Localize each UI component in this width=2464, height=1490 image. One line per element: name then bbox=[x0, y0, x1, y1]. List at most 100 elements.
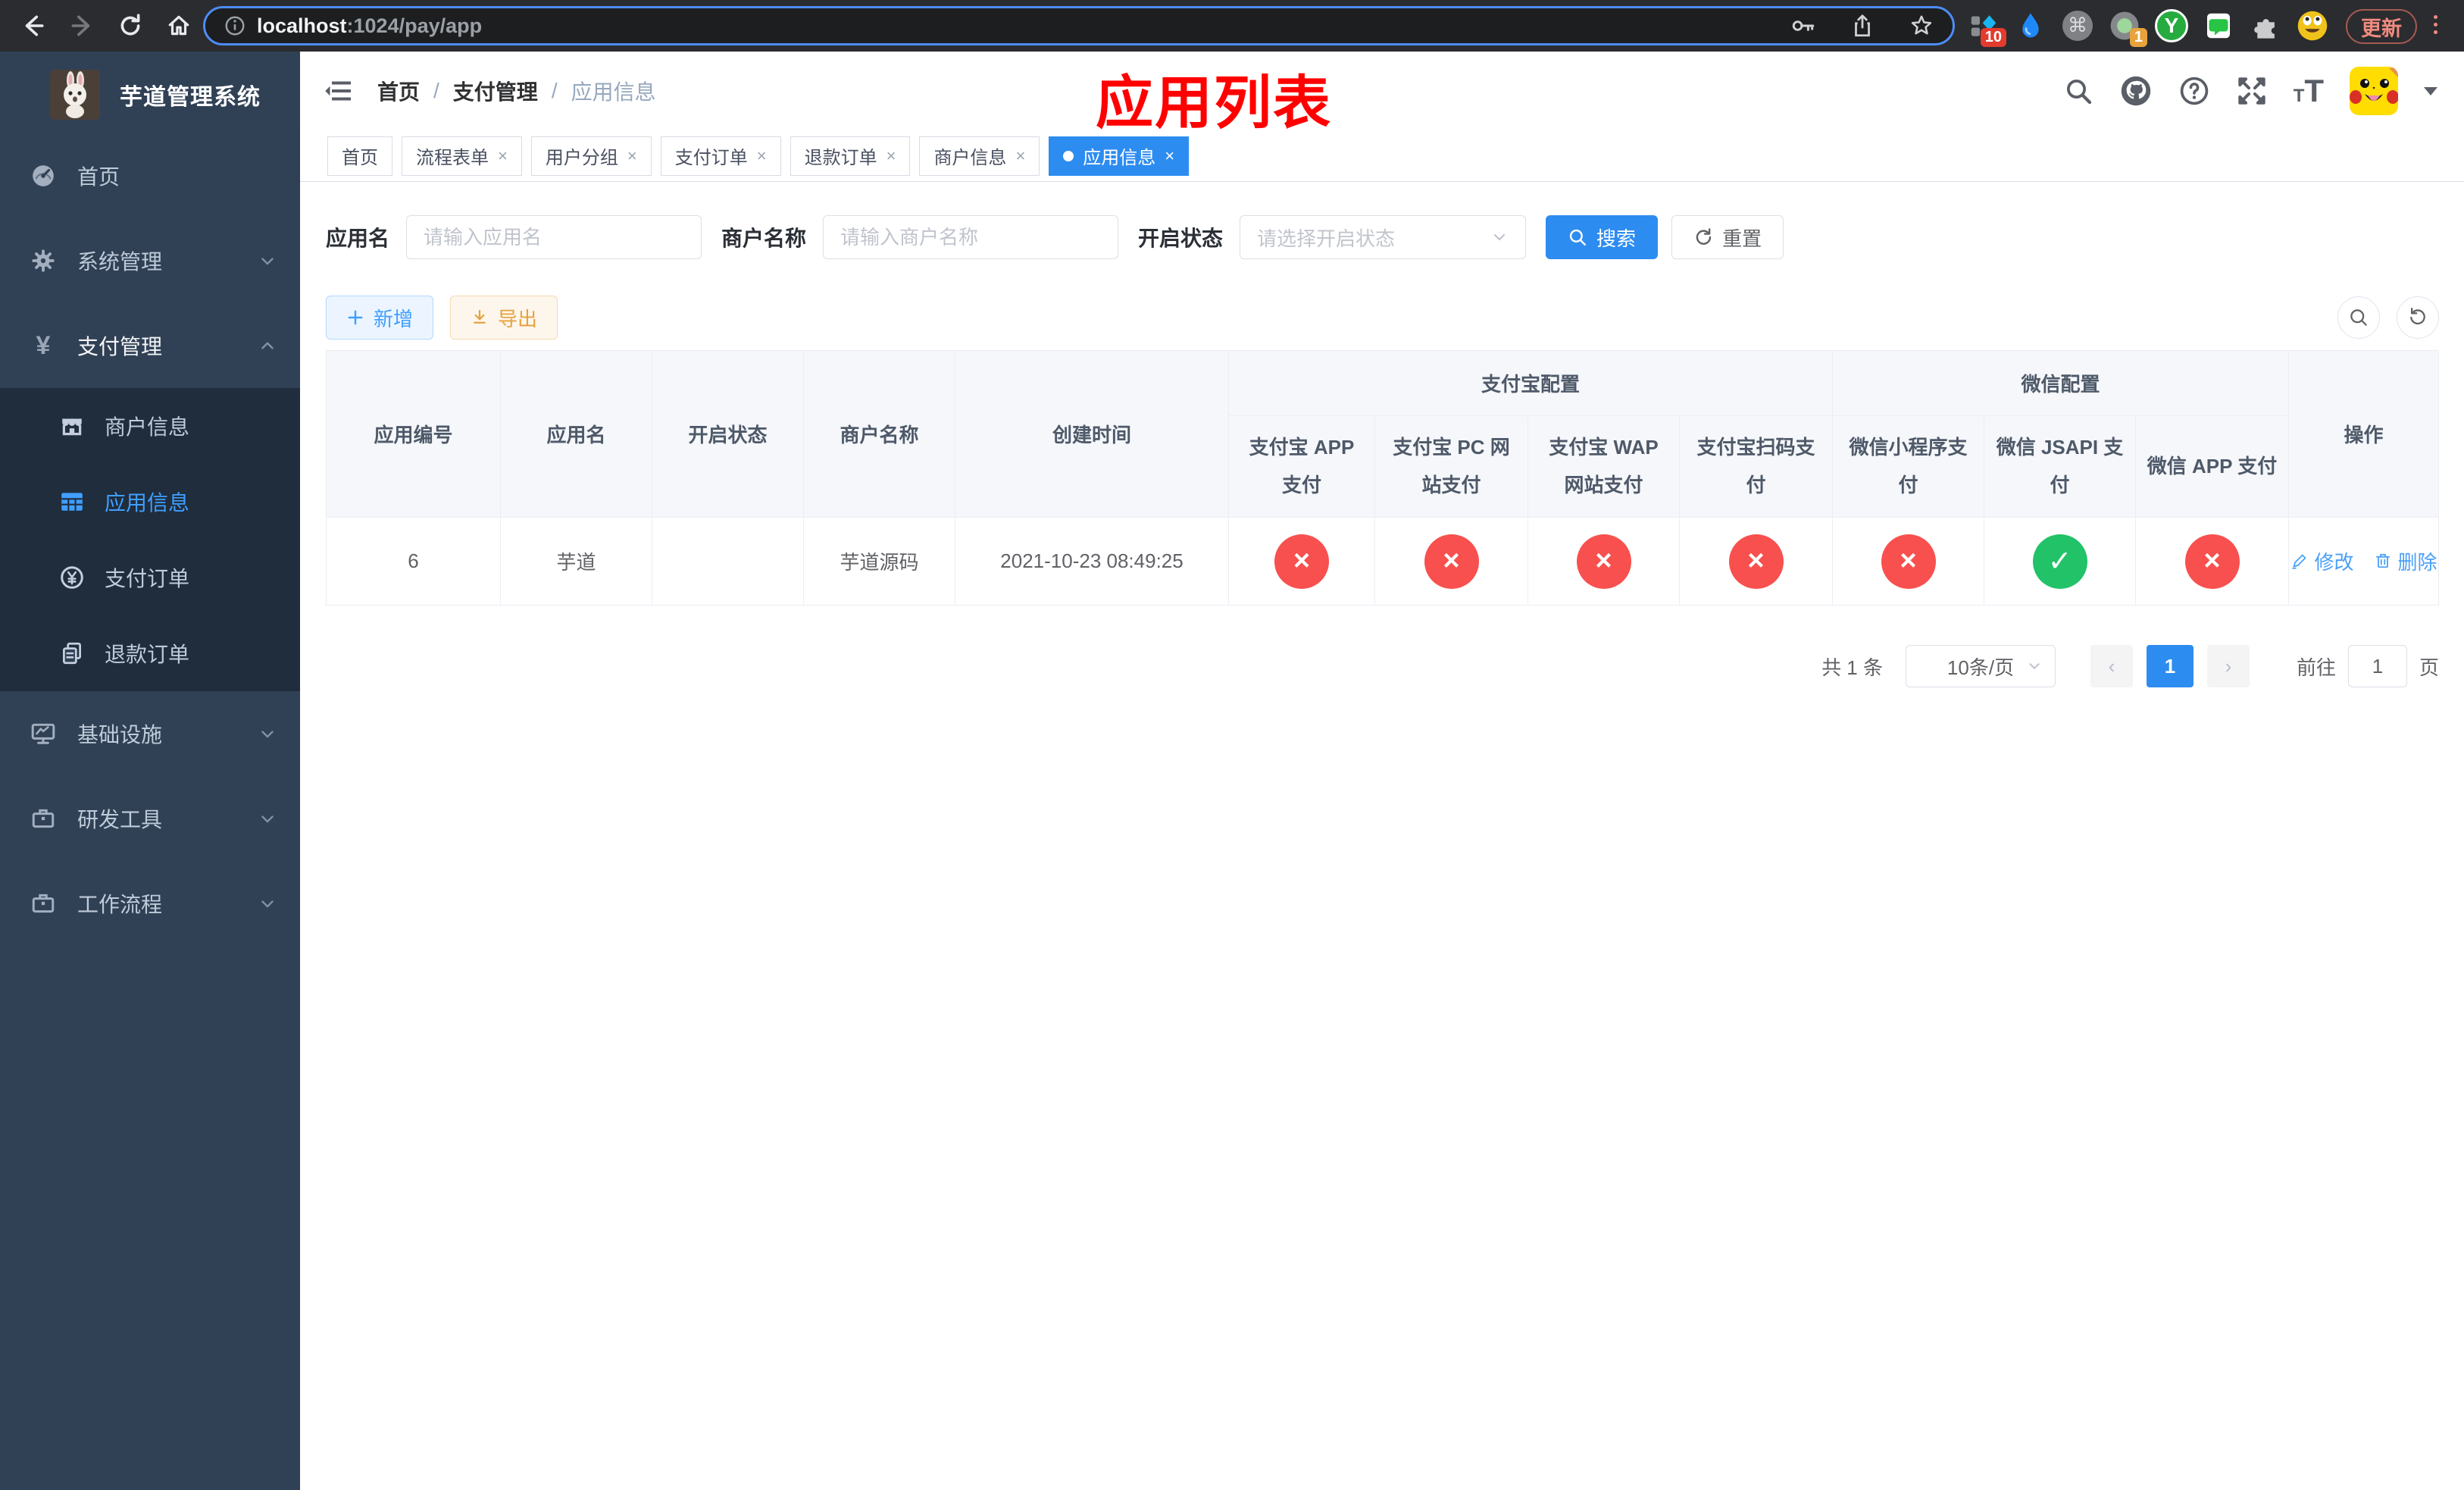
reset-button[interactable]: 重置 bbox=[1671, 215, 1784, 259]
share-icon[interactable] bbox=[1850, 13, 1875, 39]
sidebar-item-app-info[interactable]: 应用信息 bbox=[0, 464, 300, 540]
search-button[interactable]: 搜索 bbox=[1546, 215, 1659, 259]
breadcrumb-payment[interactable]: 支付管理 bbox=[453, 76, 538, 106]
plus-icon bbox=[346, 308, 364, 327]
avatar-dropdown-caret-icon[interactable] bbox=[2424, 86, 2438, 95]
close-icon[interactable]: × bbox=[757, 146, 767, 166]
close-icon[interactable]: × bbox=[627, 146, 637, 166]
refresh-circle-button[interactable] bbox=[2397, 296, 2440, 339]
chevron-down-icon bbox=[258, 724, 277, 743]
github-icon[interactable] bbox=[2119, 74, 2153, 108]
pagination: 共 1 条 10条/页 ‹ 1 › 前往 页 bbox=[326, 645, 2439, 687]
header-search-icon[interactable] bbox=[2063, 76, 2093, 106]
col-app-id: 应用编号 bbox=[326, 350, 501, 518]
table-row: 6 芋道 芋道源码 2021-10-23 08:49:25 × × × × × … bbox=[326, 517, 2440, 606]
address-bar[interactable]: localhost:1024/pay/app bbox=[203, 6, 1955, 45]
sidebar-item-system[interactable]: 系统管理 bbox=[0, 218, 300, 303]
active-dot bbox=[1063, 150, 1074, 161]
briefcase-icon bbox=[30, 806, 56, 831]
chrome-menu-icon[interactable] bbox=[2434, 15, 2437, 34]
font-size-icon[interactable]: TT bbox=[2294, 73, 2324, 109]
sidebar-item-label: 应用信息 bbox=[105, 491, 190, 515]
tag-process-form[interactable]: 流程表单 × bbox=[402, 136, 522, 176]
drop-extension-icon[interactable] bbox=[2014, 9, 2047, 42]
sidebar-item-workflow[interactable]: 工作流程 bbox=[0, 861, 300, 946]
goto-page-input[interactable] bbox=[2348, 645, 2408, 687]
col-actions: 操作 bbox=[2288, 350, 2440, 518]
delete-link[interactable]: 删除 bbox=[2374, 547, 2437, 575]
tag-user-group[interactable]: 用户分组 × bbox=[530, 136, 652, 176]
export-button[interactable]: 导出 bbox=[450, 296, 558, 340]
chevron-down-icon bbox=[258, 894, 277, 913]
sidebar-item-dev-tools[interactable]: 研发工具 bbox=[0, 776, 300, 861]
sidebar-item-infra[interactable]: 基础设施 bbox=[0, 691, 300, 776]
record-extension-icon[interactable]: 1 bbox=[2108, 9, 2147, 47]
tag-refund-order[interactable]: 退款订单 × bbox=[790, 136, 911, 176]
navbar: 首页 / 支付管理 / 应用信息 应用列表 T T bbox=[300, 52, 2464, 136]
sidebar-item-payment[interactable]: ¥ 支付管理 bbox=[0, 303, 300, 388]
page-unit-label: 页 bbox=[2419, 656, 2440, 679]
col-alipay-app: 支付宝 APP 支付 bbox=[1228, 415, 1375, 518]
cell-created: 2021-10-23 08:49:25 bbox=[955, 517, 1229, 606]
url-host: localhost bbox=[257, 14, 347, 37]
yen-circle-icon bbox=[59, 565, 85, 590]
password-key-icon[interactable] bbox=[1790, 13, 1816, 39]
monitor-chart-icon bbox=[30, 721, 56, 747]
profile-emoji-icon[interactable] bbox=[2296, 9, 2329, 42]
chevron-down-icon bbox=[258, 251, 277, 271]
status-select[interactable]: 请选择开启状态 bbox=[1240, 215, 1527, 259]
chrome-update-button[interactable]: 更新 bbox=[2346, 9, 2417, 44]
prev-page-button[interactable]: ‹ bbox=[2090, 645, 2133, 687]
status-alipay-wap: × bbox=[1576, 534, 1631, 589]
filter-form: 应用名 商户名称 开启状态 请选择开启状态 搜索 bbox=[326, 215, 2439, 259]
status-alipay-qr: × bbox=[1728, 534, 1784, 589]
status-wechat-jsapi: ✓ bbox=[2032, 534, 2087, 589]
sidebar-item-pay-order[interactable]: 支付订单 bbox=[0, 540, 300, 615]
merchant-name-input[interactable] bbox=[823, 215, 1119, 259]
next-page-button[interactable]: › bbox=[2207, 645, 2250, 687]
tag-app-info[interactable]: 应用信息 × bbox=[1049, 136, 1190, 176]
tag-home[interactable]: 首页 bbox=[327, 136, 392, 176]
breadcrumb-home[interactable]: 首页 bbox=[377, 76, 420, 106]
site-info-icon[interactable] bbox=[224, 14, 246, 37]
sidebar-item-home[interactable]: 首页 bbox=[0, 133, 300, 218]
status-label: 开启状态 bbox=[1138, 227, 1224, 250]
command-extension-icon[interactable]: ⌘ bbox=[2061, 9, 2094, 42]
app-logo-rabbit bbox=[50, 70, 100, 120]
page-1-button[interactable]: 1 bbox=[2147, 645, 2194, 687]
close-icon[interactable]: × bbox=[498, 146, 508, 166]
chat-extension-icon[interactable] bbox=[2202, 9, 2235, 42]
close-icon[interactable]: × bbox=[1015, 146, 1025, 166]
sidebar-item-merchant-info[interactable]: 商户信息 bbox=[0, 388, 300, 464]
tag-merchant-info[interactable]: 商户信息 × bbox=[919, 136, 1040, 176]
sidebar-collapse-icon[interactable] bbox=[324, 76, 355, 106]
extensions-puzzle-icon[interactable] bbox=[2249, 9, 2282, 42]
user-avatar[interactable] bbox=[2350, 67, 2399, 115]
y-extension-icon[interactable]: Y bbox=[2155, 9, 2188, 42]
browser-forward-icon[interactable] bbox=[67, 11, 97, 41]
dashboard-icon bbox=[30, 163, 56, 189]
page-size-select[interactable]: 10条/页 bbox=[1906, 645, 2056, 687]
browser-reload-icon[interactable] bbox=[115, 11, 145, 41]
close-icon[interactable]: × bbox=[886, 146, 896, 166]
add-button[interactable]: 新增 bbox=[326, 296, 434, 340]
show-search-circle-button[interactable] bbox=[2337, 296, 2381, 339]
col-created: 创建时间 bbox=[955, 350, 1229, 518]
help-icon[interactable] bbox=[2178, 75, 2210, 107]
bookmark-star-icon[interactable] bbox=[1909, 13, 1934, 39]
edit-link[interactable]: 修改 bbox=[2290, 547, 2354, 575]
app-name-input[interactable] bbox=[406, 215, 702, 259]
payment-submenu: 商户信息 应用信息 支付订单 退款订单 bbox=[0, 388, 300, 691]
close-icon[interactable]: × bbox=[1165, 146, 1174, 166]
translate-extension-icon[interactable]: 10 bbox=[1967, 9, 2006, 47]
browser-home-icon[interactable] bbox=[164, 11, 194, 41]
fullscreen-icon[interactable] bbox=[2236, 75, 2268, 107]
sidebar-item-refund-order[interactable]: 退款订单 bbox=[0, 615, 300, 691]
app-logo-row[interactable]: 芋道管理系统 bbox=[0, 52, 300, 133]
browser-back-icon[interactable] bbox=[18, 11, 48, 41]
tag-pay-order[interactable]: 支付订单 × bbox=[660, 136, 781, 176]
group-wechat-config: 微信配置 bbox=[1832, 350, 2290, 416]
merchant-name-label: 商户名称 bbox=[721, 227, 807, 250]
page-annotation-title: 应用列表 bbox=[1096, 71, 1332, 136]
sidebar-item-label: 研发工具 bbox=[77, 808, 163, 831]
